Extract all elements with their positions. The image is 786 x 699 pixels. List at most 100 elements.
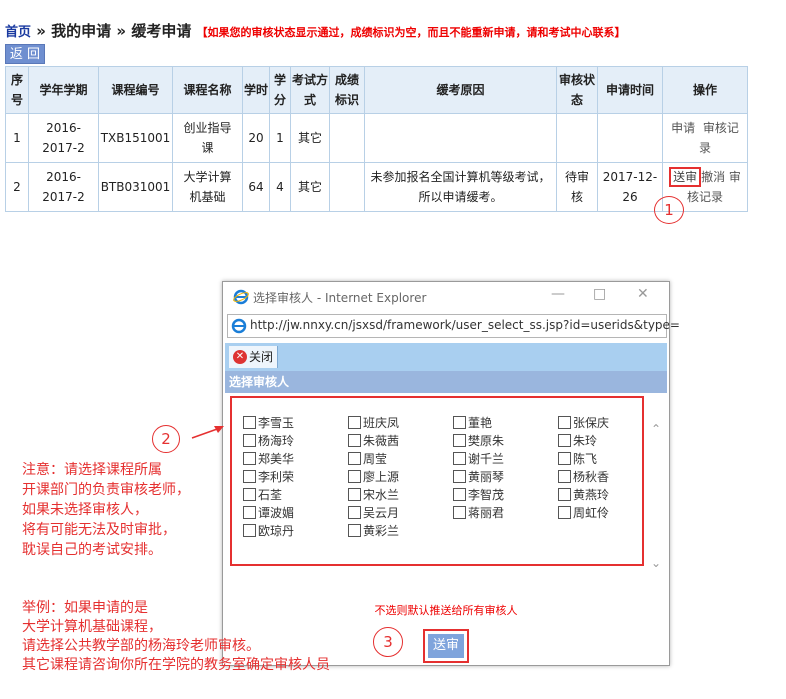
reviewer-name: 朱薇茜 <box>363 434 400 448</box>
reviewer-option[interactable]: 杨秋香 <box>558 468 609 485</box>
reviewer-option[interactable]: 周虹伶 <box>558 504 609 521</box>
table-header-row: 序号 学年学期 课程编号 课程名称 学时 学分 考试方式 成绩 标识 缓考原因 审… <box>5 66 748 114</box>
checkbox[interactable] <box>348 524 361 537</box>
cell-no: 2 <box>5 162 29 212</box>
checkbox[interactable] <box>558 452 571 465</box>
review-record-link-cont[interactable]: 录 <box>699 141 711 155</box>
reviewer-option[interactable]: 班庆凤 <box>348 414 399 431</box>
reviewer-name: 张保庆 <box>573 416 610 430</box>
table-row: 1 2016- 2017-2 TXB151001 创业指导课 20 1 其它 申请… <box>5 113 748 163</box>
cell-text: 创业指导 <box>183 121 232 135</box>
breadcrumb-my-applications[interactable]: 我的申请 <box>51 22 111 40</box>
header-actions: 操作 <box>662 66 748 114</box>
checkbox[interactable] <box>348 434 361 447</box>
reviewer-list: 李雪玉 班庆凤 董艳 张保庆 杨海玲 朱薇茜 樊原朱 朱玲 郑美华 周莹 谢千兰… <box>230 396 644 566</box>
reviewer-option[interactable]: 黄燕玲 <box>558 486 609 503</box>
cell-credit: 4 <box>269 162 291 212</box>
checkbox[interactable] <box>243 434 256 447</box>
scroll-up-icon[interactable]: ⌃ <box>651 422 661 436</box>
scroll-down-icon[interactable]: ⌄ <box>651 556 661 570</box>
reviewer-option[interactable]: 李利荣 <box>243 468 294 485</box>
reviewer-option[interactable]: 宋水兰 <box>348 486 399 503</box>
checkbox[interactable] <box>348 470 361 483</box>
checkbox[interactable] <box>558 506 571 519</box>
checkbox[interactable] <box>243 524 256 537</box>
example-line: 其它课程请咨询你所在学院的教务室确定审核人员 <box>22 657 330 673</box>
header-label: 学时 <box>243 83 268 97</box>
withdraw-link[interactable]: 撤消 <box>701 170 725 184</box>
checkbox[interactable] <box>453 416 466 429</box>
header-course-code: 课程编号 <box>98 66 173 114</box>
checkbox[interactable] <box>243 488 256 501</box>
checkbox[interactable] <box>558 470 571 483</box>
reviewer-name: 朱玲 <box>573 434 598 448</box>
reviewer-option[interactable]: 朱玲 <box>558 432 597 449</box>
reviewer-option[interactable]: 黄丽琴 <box>453 468 504 485</box>
cell-status <box>556 113 598 163</box>
status-notice: 【如果您的审核状态显示通过，成绩标识为空，而且不能重新申请，请和考试中心联系】 <box>196 26 626 39</box>
reviewer-option[interactable]: 石荃 <box>243 486 282 503</box>
checkbox[interactable] <box>453 506 466 519</box>
breadcrumb-home-link[interactable]: 首页 <box>5 25 31 40</box>
example-line: 大学计算机基础课程， <box>22 619 162 635</box>
checkbox[interactable] <box>348 488 361 501</box>
scrollbar[interactable]: ⌃ ⌄ <box>651 422 663 572</box>
checkbox[interactable] <box>243 470 256 483</box>
maximize-icon[interactable]: □ <box>593 286 606 302</box>
close-dialog-button[interactable]: ✕ 关闭 <box>229 346 279 368</box>
cell-text: 2017-2 <box>42 190 85 204</box>
cell-text: 2017-12- <box>602 170 658 184</box>
checkbox[interactable] <box>348 506 361 519</box>
minimize-icon[interactable]: — <box>551 286 565 302</box>
reviewer-option[interactable]: 黄彩兰 <box>348 522 399 539</box>
submit-review-link[interactable]: 送审 <box>669 167 702 187</box>
reviewer-option[interactable]: 杨海玲 <box>243 432 294 449</box>
reviewer-name: 欧琼丹 <box>258 524 295 538</box>
reviewer-name: 宋水兰 <box>363 488 400 502</box>
checkbox[interactable] <box>558 416 571 429</box>
address-bar[interactable]: http://jw.nnxy.cn/jsxsd/framework/user_s… <box>227 314 680 338</box>
reviewer-option[interactable]: 李智茂 <box>453 486 504 503</box>
header-label: 课程编号 <box>111 83 160 97</box>
reviewer-option[interactable]: 吴云月 <box>348 504 399 521</box>
submit-review-button[interactable]: 送审 <box>428 634 464 658</box>
close-window-icon[interactable]: ✕ <box>637 286 649 302</box>
review-record-link[interactable]: 审 <box>729 170 741 184</box>
header-label: 分 <box>273 93 286 107</box>
reviewer-option[interactable]: 陈飞 <box>558 450 597 467</box>
back-button[interactable]: 返 回 <box>5 44 45 64</box>
checkbox[interactable] <box>243 452 256 465</box>
reviewer-option[interactable]: 郑美华 <box>243 450 294 467</box>
cell-course-code: TXB151001 <box>98 113 173 163</box>
review-record-link-cont[interactable]: 核记录 <box>687 190 723 204</box>
checkbox[interactable] <box>243 416 256 429</box>
checkbox[interactable] <box>453 434 466 447</box>
checkbox[interactable] <box>558 488 571 501</box>
reviewer-option[interactable]: 董艳 <box>453 414 492 431</box>
reviewer-option[interactable]: 朱薇茜 <box>348 432 399 449</box>
checkbox[interactable] <box>558 434 571 447</box>
dialog-toolbar: ✕ 关闭 <box>225 343 667 371</box>
checkbox[interactable] <box>348 416 361 429</box>
apply-link[interactable]: 申请 <box>671 121 695 135</box>
cell-term: 2016- 2017-2 <box>28 162 99 212</box>
checkbox[interactable] <box>453 488 466 501</box>
reviewer-option[interactable]: 张保庆 <box>558 414 609 431</box>
checkbox[interactable] <box>348 452 361 465</box>
cell-course-code: BTB031001 <box>98 162 173 212</box>
reviewer-option[interactable]: 廖上源 <box>348 468 399 485</box>
reviewer-option[interactable]: 周莹 <box>348 450 387 467</box>
checkbox[interactable] <box>453 452 466 465</box>
reviewer-option[interactable]: 谭波媚 <box>243 504 294 521</box>
header-course-name: 课程名称 <box>172 66 243 114</box>
checkbox[interactable] <box>243 506 256 519</box>
reviewer-option[interactable]: 谢千兰 <box>453 450 504 467</box>
header-label: 标识 <box>334 93 359 107</box>
checkbox[interactable] <box>453 470 466 483</box>
header-hours: 学时 <box>242 66 270 114</box>
reviewer-option[interactable]: 蒋丽君 <box>453 504 504 521</box>
reviewer-option[interactable]: 欧琼丹 <box>243 522 294 539</box>
reviewer-option[interactable]: 李雪玉 <box>243 414 294 431</box>
review-record-link[interactable]: 审核记 <box>703 121 739 135</box>
reviewer-option[interactable]: 樊原朱 <box>453 432 504 449</box>
